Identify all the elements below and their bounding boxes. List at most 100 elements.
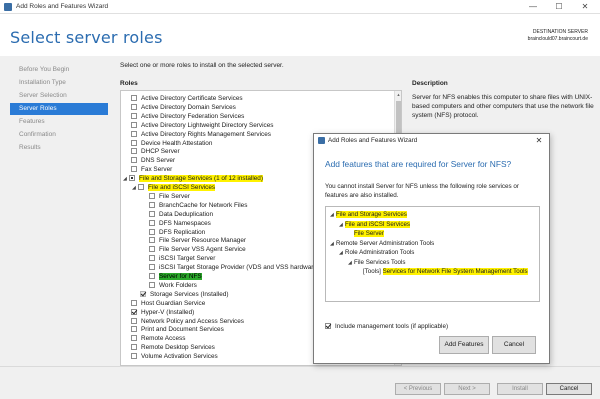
close-window-button[interactable]: ✕: [574, 1, 596, 13]
role-label: Active Directory Rights Management Servi…: [141, 130, 271, 138]
role-checkbox[interactable]: [131, 103, 137, 110]
role-row[interactable]: Remote Desktop Services: [131, 343, 215, 352]
destination-server-value: brainclould07.braincourt.de: [527, 36, 588, 42]
previous-button[interactable]: < Previous: [395, 383, 441, 395]
wizard-steps-nav: Before You Begin Installation Type Server …: [0, 56, 112, 366]
role-label: Active Directory Certificate Services: [141, 95, 243, 102]
role-checkbox[interactable]: [131, 353, 137, 360]
role-label: Print and Document Services: [141, 326, 224, 334]
role-checkbox[interactable]: [131, 299, 137, 306]
next-button[interactable]: Next >: [444, 383, 490, 395]
role-checkbox[interactable]: [140, 290, 146, 297]
scroll-up-icon[interactable]: ▲: [395, 91, 401, 99]
role-row[interactable]: Host Guardian Service: [131, 299, 205, 308]
maximize-button[interactable]: ☐: [548, 1, 570, 13]
role-row[interactable]: iSCSI Target Server: [149, 254, 215, 263]
role-row[interactable]: Network Policy and Access Services: [131, 317, 244, 326]
role-checkbox[interactable]: [131, 112, 137, 119]
feature-row: ◢ Role Administration Tools: [339, 248, 414, 257]
role-row[interactable]: File Server VSS Agent Service: [149, 245, 246, 254]
role-row[interactable]: File Server: [149, 192, 190, 201]
role-row[interactable]: Hyper-V (Installed): [131, 308, 194, 317]
include-tools-checkbox[interactable]: [325, 323, 331, 329]
role-checkbox[interactable]: [149, 228, 155, 235]
role-row[interactable]: Fax Server: [131, 165, 172, 174]
role-checkbox[interactable]: [131, 344, 137, 351]
role-checkbox[interactable]: [131, 335, 137, 342]
role-checkbox[interactable]: [149, 281, 155, 288]
role-row[interactable]: DHCP Server: [131, 147, 180, 156]
role-row[interactable]: Remote Access: [131, 334, 185, 343]
role-checkbox[interactable]: [149, 273, 155, 279]
role-checkbox[interactable]: [131, 317, 137, 324]
role-row[interactable]: Print and Document Services: [131, 325, 224, 334]
role-label: Data Deduplication: [159, 210, 213, 218]
wizard-footer: < Previous Next > Install Cancel: [0, 366, 600, 399]
role-row[interactable]: BranchCache for Network Files: [149, 201, 247, 210]
role-checkbox[interactable]: [149, 255, 155, 262]
role-row[interactable]: DFS Replication: [149, 228, 205, 237]
role-label: File and Storage Services (1 of 12 insta…: [139, 175, 263, 183]
role-row[interactable]: Active Directory Domain Services: [131, 103, 236, 112]
role-row[interactable]: Active Directory Rights Management Servi…: [131, 130, 271, 139]
role-row[interactable]: Storage Services (Installed): [140, 290, 229, 299]
nav-item-before-you-begin[interactable]: Before You Begin: [10, 64, 108, 76]
role-row[interactable]: Device Health Attestation: [131, 139, 212, 148]
role-row[interactable]: ◢ File and iSCSI Services: [132, 183, 216, 192]
feature-row: ◢ Remote Server Administration Tools: [330, 239, 434, 248]
dialog-close-button[interactable]: ✕: [533, 134, 545, 148]
role-checkbox[interactable]: [131, 130, 137, 137]
role-checkbox[interactable]: [149, 219, 155, 226]
role-row[interactable]: Volume Activation Services: [131, 352, 218, 361]
role-checkbox[interactable]: [131, 95, 137, 101]
include-tools-row[interactable]: Include management tools (if applicable): [325, 323, 448, 330]
role-checkbox[interactable]: [131, 157, 137, 164]
role-checkbox[interactable]: [149, 246, 155, 253]
role-checkbox[interactable]: [131, 121, 137, 128]
role-label: Active Directory Domain Services: [141, 103, 236, 111]
role-label: DFS Replication: [159, 228, 206, 236]
role-row[interactable]: Data Deduplication: [149, 210, 213, 219]
nav-item-server-selection[interactable]: Server Selection: [10, 90, 108, 102]
role-checkbox[interactable]: [149, 210, 155, 217]
dialog-cancel-button[interactable]: Cancel: [492, 336, 536, 354]
role-checkbox[interactable]: [149, 237, 155, 244]
role-label: BranchCache for Network Files: [159, 201, 248, 209]
minimize-button[interactable]: —: [522, 1, 544, 13]
role-checkbox[interactable]: [149, 201, 155, 208]
role-checkbox[interactable]: [131, 166, 137, 173]
role-checkbox[interactable]: [149, 192, 155, 199]
role-row[interactable]: DFS Namespaces: [149, 219, 211, 228]
role-checkbox[interactable]: [149, 264, 155, 271]
role-checkbox[interactable]: [138, 184, 144, 190]
role-row[interactable]: ◢ File and Storage Services (1 of 12 inst…: [123, 174, 263, 183]
role-label: DHCP Server: [141, 148, 180, 156]
role-row[interactable]: Server for NFS: [149, 272, 202, 281]
role-checkbox[interactable]: [131, 308, 137, 315]
role-label: iSCSI Target Server: [159, 255, 216, 263]
nav-item-features[interactable]: Features: [10, 116, 108, 128]
role-row[interactable]: Active Directory Federation Services: [131, 112, 244, 121]
role-row[interactable]: DNS Server: [131, 156, 175, 165]
role-checkbox[interactable]: [129, 175, 135, 182]
feature-label: Role Administration Tools: [345, 249, 415, 256]
role-row[interactable]: Work Folders: [149, 281, 197, 290]
role-checkbox[interactable]: [131, 326, 137, 333]
page-title: Select server roles: [10, 28, 163, 47]
role-checkbox[interactable]: [131, 139, 137, 146]
install-button[interactable]: Install: [497, 383, 543, 395]
cancel-button[interactable]: Cancel: [546, 383, 592, 395]
role-row[interactable]: Active Directory Certificate Services: [131, 94, 243, 103]
role-label: Active Directory Lightweight Directory S…: [141, 121, 274, 129]
role-checkbox[interactable]: [131, 148, 137, 155]
dialog-title: Add Roles and Features Wizard: [328, 137, 418, 144]
role-row[interactable]: Active Directory Lightweight Directory S…: [131, 121, 273, 130]
nav-item-installation-type[interactable]: Installation Type: [10, 77, 108, 89]
nav-item-confirmation[interactable]: Confirmation: [10, 129, 108, 141]
title-bar: Add Roles and Features Wizard — ☐ ✕: [0, 0, 600, 14]
add-features-button[interactable]: Add Features: [439, 336, 489, 354]
nav-item-server-roles[interactable]: Server Roles: [10, 103, 108, 115]
role-label: File Server VSS Agent Service: [159, 246, 246, 254]
nav-item-results[interactable]: Results: [10, 142, 108, 154]
role-row[interactable]: File Server Resource Manager: [149, 236, 246, 245]
